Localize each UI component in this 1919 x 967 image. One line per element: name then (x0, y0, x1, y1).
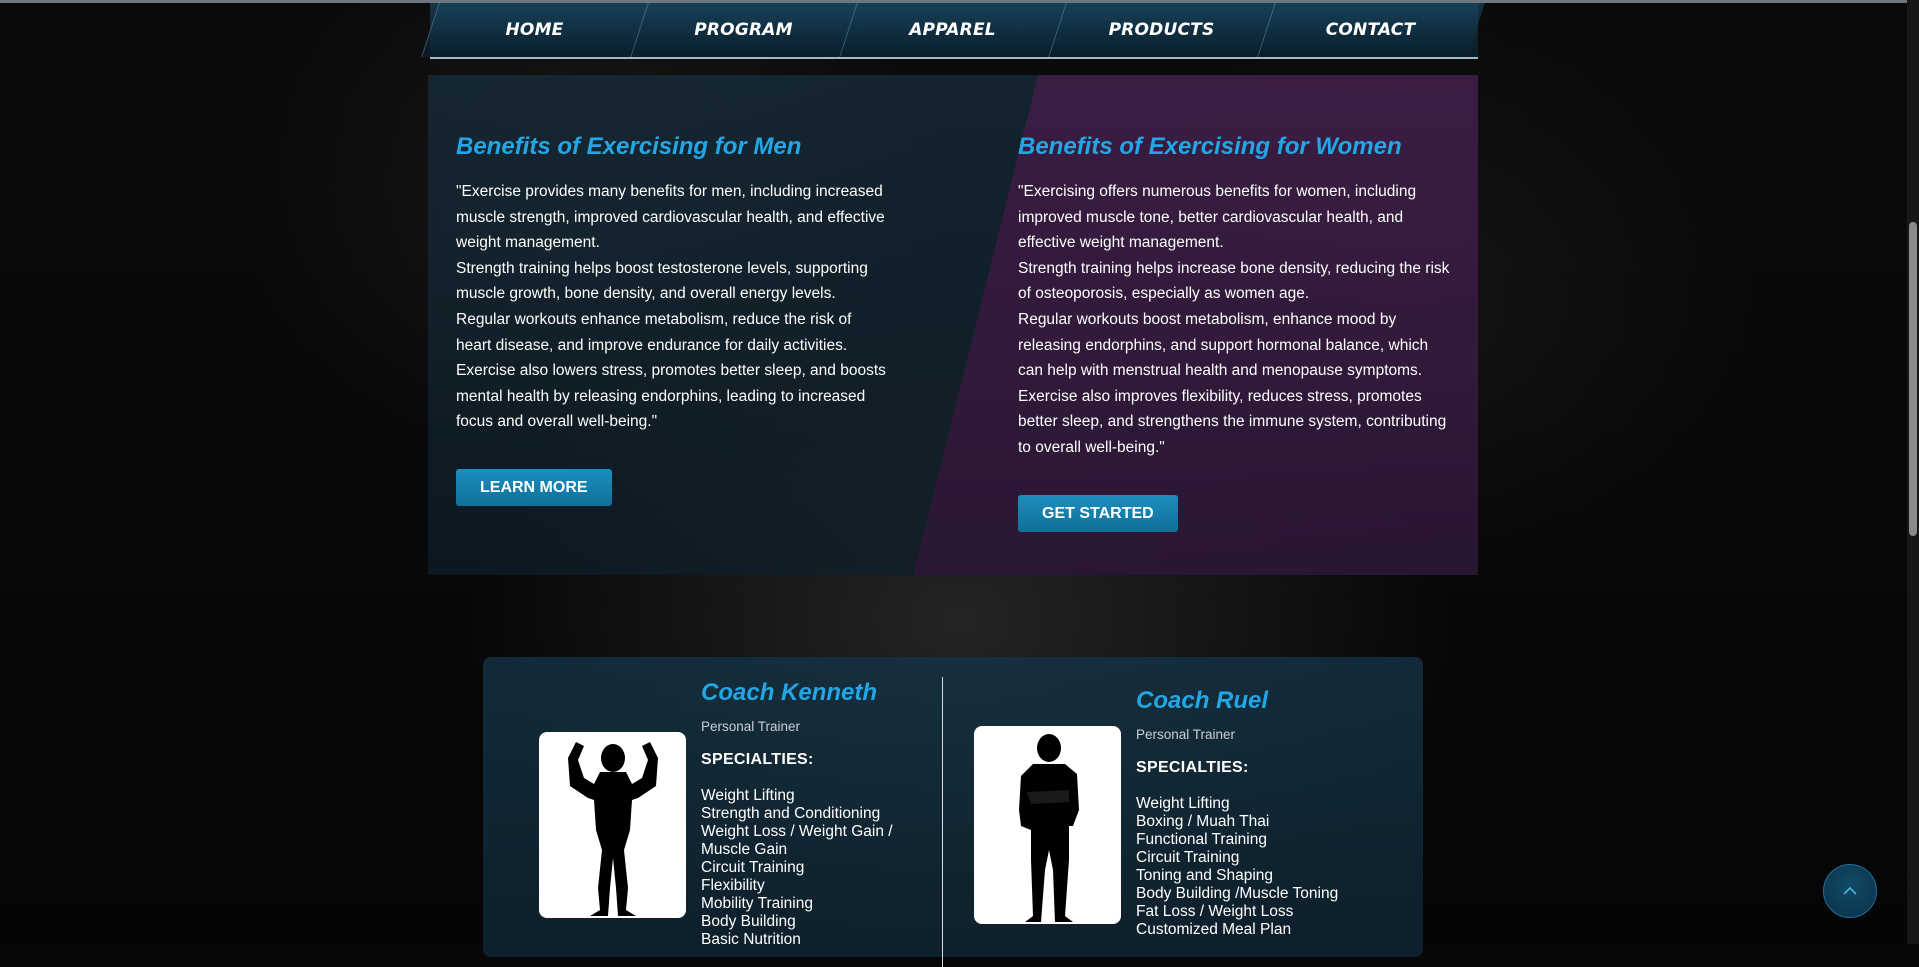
list-item: Body Building /Muscle Toning (1136, 885, 1339, 902)
list-item: Weight Loss / Weight Gain / Muscle Gain (701, 823, 893, 858)
benefits-men-column: Benefits of Exercising for Men "Exercise… (456, 133, 886, 506)
coach-ruel-specialties: Weight Lifting Boxing / Muah Thai Functi… (1136, 795, 1396, 939)
coach-ruel-name: Coach Ruel (1136, 687, 1269, 714)
scrollbar-thumb[interactable] (1909, 222, 1917, 536)
list-item: Circuit Training (1136, 849, 1240, 866)
coaches-card: Coach Kenneth Personal Trainer SPECIALTI… (483, 657, 1423, 967)
list-item: Mobility Training (701, 895, 813, 912)
coach-divider (942, 677, 943, 967)
learn-more-button[interactable]: LEARN MORE (456, 468, 612, 506)
benefits-panel: Benefits of Exercising for Men "Exercise… (428, 75, 1478, 575)
list-item: Customized Meal Plan (1136, 921, 1292, 938)
list-item: Body Building (701, 913, 796, 930)
benefits-men-line: Strength training helps boost testostero… (456, 259, 868, 303)
benefits-women-text: "Exercising offers numerous benefits for… (1018, 179, 1450, 461)
coach-kenneth-specialties: Weight Lifting Strength and Conditioning… (701, 787, 931, 949)
coach-ruel-specialties-label: SPECIALTIES: (1136, 759, 1249, 776)
benefits-women-title: Benefits of Exercising for Women (1018, 133, 1402, 160)
nav-contact[interactable]: CONTACT (1266, 3, 1475, 57)
coach-kenneth-specialties-label: SPECIALTIES: (701, 751, 814, 768)
benefits-men-title: Benefits of Exercising for Men (456, 133, 802, 160)
list-item: Basic Nutrition (701, 931, 801, 948)
nav-products[interactable]: PRODUCTS (1057, 3, 1266, 57)
benefits-women-line: Strength training helps increase bone de… (1018, 259, 1450, 303)
benefits-women-column: Benefits of Exercising for Women "Exerci… (1018, 133, 1450, 532)
coach-kenneth-name: Coach Kenneth (701, 679, 878, 706)
benefits-men-line: Regular workouts enhance metabolism, red… (456, 310, 852, 354)
benefits-men-line: "Exercise provides many benefits for men… (456, 183, 885, 252)
flexing-silhouette-icon (567, 742, 658, 916)
list-item: Functional Training (1136, 831, 1267, 848)
coach-kenneth-role: Personal Trainer (701, 719, 801, 734)
list-item: Toning and Shaping (1136, 867, 1274, 884)
list-item: Weight Lifting (1136, 795, 1230, 812)
back-to-top-button[interactable] (1823, 864, 1877, 918)
nav-program[interactable]: PROGRAM (639, 3, 848, 57)
list-item: Fat Loss / Weight Loss (1136, 903, 1294, 920)
main-nav: HOME PROGRAM APPAREL PRODUCTS CONTACT (421, 3, 1485, 59)
list-item: Boxing / Muah Thai (1136, 813, 1270, 830)
list-item: Circuit Training (701, 859, 805, 876)
benefits-men-text: "Exercise provides many benefits for men… (456, 179, 886, 435)
coach-ruel-info: Coach Ruel Personal Trainer SPECIALTIES:… (1136, 687, 1396, 939)
list-item: Flexibility (701, 877, 765, 894)
benefits-women-line: Regular workouts boost metabolism, enhan… (1018, 310, 1429, 380)
benefits-women-line: "Exercising offers numerous benefits for… (1018, 183, 1417, 252)
benefits-women-line: Exercise also improves flexibility, redu… (1018, 387, 1447, 456)
coach-ruel-role: Personal Trainer (1136, 727, 1236, 742)
standing-silhouette-icon (1018, 734, 1079, 922)
chevron-up-icon (1843, 886, 1857, 895)
list-item: Weight Lifting (701, 787, 795, 804)
nav-apparel[interactable]: APPAREL (848, 3, 1057, 57)
list-item: Strength and Conditioning (701, 805, 881, 822)
coach-kenneth-photo (539, 732, 686, 918)
coach-kenneth-info: Coach Kenneth Personal Trainer SPECIALTI… (701, 679, 931, 949)
coach-ruel-photo (974, 726, 1121, 924)
nav-home[interactable]: HOME (430, 3, 639, 57)
get-started-button[interactable]: GET STARTED (1018, 494, 1178, 532)
benefits-men-line: Exercise also lowers stress, promotes be… (456, 362, 886, 431)
